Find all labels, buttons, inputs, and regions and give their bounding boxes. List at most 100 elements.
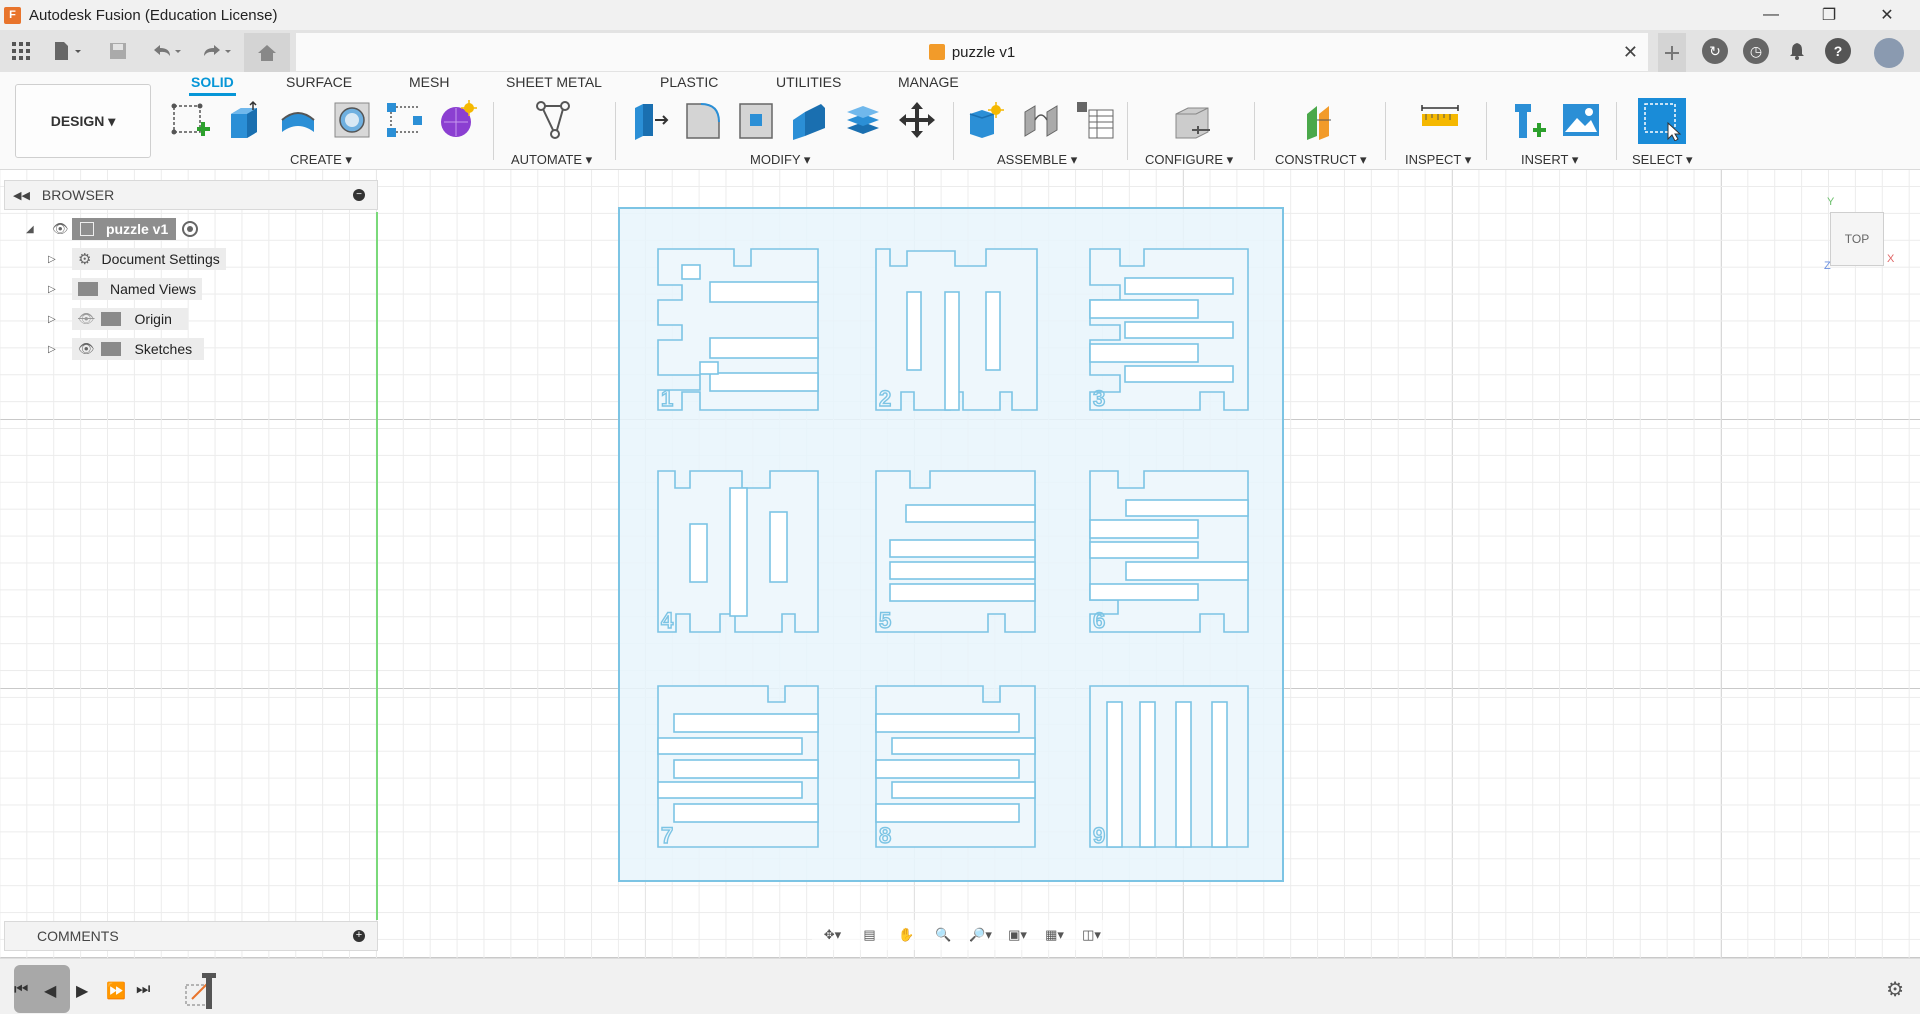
inspect-group-label[interactable]: INSPECT ▾ <box>1405 152 1471 168</box>
insert-group-label[interactable]: INSERT ▾ <box>1521 152 1578 168</box>
tab-solid[interactable]: SOLID <box>189 74 236 96</box>
grid-snaps-icon[interactable]: ▦▾ <box>1038 922 1071 948</box>
view-cube[interactable]: TOP <box>1830 212 1884 266</box>
create-sketch-icon[interactable] <box>169 99 211 141</box>
home-icon[interactable] <box>244 33 290 72</box>
activate-radio-icon[interactable] <box>182 221 199 237</box>
close-window-button[interactable]: ✕ <box>1858 0 1916 30</box>
browser-item-label: Origin <box>134 311 172 327</box>
insert-canvas-icon[interactable] <box>1560 99 1602 141</box>
root-component[interactable]: puzzle v1 <box>72 218 177 240</box>
assemble-group-label[interactable]: ASSEMBLE ▾ <box>997 152 1077 168</box>
zoom-window-icon[interactable]: 🔎▾ <box>964 922 997 948</box>
select-group-label[interactable]: SELECT ▾ <box>1632 152 1692 168</box>
add-comment-button[interactable]: + <box>353 930 365 942</box>
toolbar-divider <box>1254 102 1255 160</box>
new-tab-icon[interactable] <box>1658 33 1686 72</box>
timeline-settings-gear-icon[interactable]: ⚙ <box>1886 977 1904 1002</box>
browser-minimize-button[interactable]: − <box>353 189 365 201</box>
expand-arrow-icon[interactable]: ▷ <box>48 314 62 325</box>
create-form-icon[interactable] <box>437 99 479 141</box>
modify-group-label[interactable]: MODIFY ▾ <box>750 152 810 168</box>
configure-icon[interactable] <box>1171 99 1213 141</box>
help-icon[interactable]: ? <box>1825 38 1851 64</box>
extrude-icon[interactable] <box>222 99 264 141</box>
expand-arrow-icon[interactable]: ▷ <box>48 344 62 355</box>
expand-arrow-icon[interactable]: ▷ <box>48 254 62 265</box>
look-at-icon[interactable]: ▤ <box>853 922 886 948</box>
browser-item-origin[interactable]: ▷ 👁 Origin <box>48 307 188 331</box>
expand-arrow-icon[interactable]: ▷ <box>48 284 62 295</box>
go-to-end-icon[interactable]: ⏭ <box>136 981 150 999</box>
tab-plastic[interactable]: PLASTIC <box>658 74 720 90</box>
app-grid-icon[interactable] <box>10 38 32 64</box>
fillet-icon[interactable] <box>682 99 724 141</box>
chamfer-icon[interactable] <box>735 99 777 141</box>
file-menu-icon[interactable] <box>48 38 88 64</box>
comments-title: COMMENTS <box>37 928 119 944</box>
user-avatar[interactable] <box>1874 38 1904 68</box>
browser-item-sketches[interactable]: ▷ 👁 Sketches <box>48 337 205 361</box>
collapse-triangle-icon[interactable]: ◢ <box>26 224 40 235</box>
minimize-button[interactable]: — <box>1742 0 1800 30</box>
eye-icon[interactable]: 👁 <box>52 221 72 237</box>
browser-item-document-settings[interactable]: ▷ ⚙ Document Settings <box>48 247 226 271</box>
new-component-icon[interactable] <box>965 99 1007 141</box>
document-tab[interactable]: puzzle v1 ✕ <box>296 33 1648 71</box>
browser-root-row[interactable]: ◢ 👁 puzzle v1 <box>26 217 199 241</box>
shell-icon[interactable] <box>788 99 830 141</box>
eye-icon[interactable]: 👁 <box>78 341 95 357</box>
combine-icon[interactable] <box>842 99 884 141</box>
automate-group-label[interactable]: AUTOMATE ▾ <box>511 152 592 168</box>
pattern-icon[interactable] <box>384 99 426 141</box>
measure-icon[interactable] <box>1419 99 1461 141</box>
joint-icon[interactable] <box>1020 99 1062 141</box>
online-status-icon[interactable]: ↻ <box>1702 38 1728 64</box>
select-icon[interactable] <box>1638 98 1686 144</box>
go-to-start-icon[interactable]: ⏮ <box>14 981 28 999</box>
browser-item-named-views[interactable]: ▷ Named Views <box>48 277 203 301</box>
construct-group-label[interactable]: CONSTRUCT ▾ <box>1275 152 1367 168</box>
piece-number: 9 <box>1093 823 1105 848</box>
create-group-label[interactable]: CREATE ▾ <box>290 152 352 168</box>
workspace-switcher[interactable]: DESIGN ▾ <box>15 84 151 158</box>
design-canvas[interactable]: 1 2 3 4 5 6 7 8 9 <box>0 170 1920 958</box>
notifications-icon[interactable] <box>1784 38 1810 64</box>
piece-number: 4 <box>661 608 674 633</box>
tab-manage[interactable]: MANAGE <box>896 74 961 90</box>
offset-plane-icon[interactable] <box>1302 99 1344 141</box>
close-tab-icon[interactable]: ✕ <box>1623 42 1638 63</box>
insert-mcmaster-icon[interactable] <box>1506 99 1548 141</box>
sketch-drawing: 1 2 3 4 5 6 7 8 9 <box>618 207 1284 882</box>
press-pull-icon[interactable] <box>628 99 670 141</box>
save-icon[interactable] <box>106 38 130 64</box>
pan-icon[interactable]: ✋ <box>890 922 923 948</box>
piece-number: 7 <box>661 823 673 848</box>
tab-mesh[interactable]: MESH <box>407 74 451 90</box>
move-copy-icon[interactable] <box>896 99 938 141</box>
job-status-icon[interactable]: ◷ <box>1743 38 1769 64</box>
redo-icon[interactable] <box>196 38 236 64</box>
hole-icon[interactable] <box>331 99 373 141</box>
step-back-icon[interactable]: ◀ <box>44 981 56 1001</box>
comments-panel-header[interactable]: COMMENTS + <box>4 921 378 951</box>
orbit-icon[interactable]: ✥▾ <box>816 922 849 948</box>
hidden-eye-icon[interactable]: 👁 <box>78 311 95 327</box>
tab-utilities[interactable]: UTILITIES <box>774 74 843 90</box>
tab-surface[interactable]: SURFACE <box>284 74 354 90</box>
viewports-icon[interactable]: ◫▾ <box>1075 922 1108 948</box>
play-icon[interactable]: ▶ <box>76 981 88 1001</box>
display-settings-icon[interactable]: ▣▾ <box>1001 922 1034 948</box>
zoom-icon[interactable]: 🔍 <box>927 922 960 948</box>
step-forward-icon[interactable]: ⏩ <box>106 981 126 1001</box>
timeline-sketch-feature-icon[interactable] <box>182 973 230 1011</box>
tab-sheet-metal[interactable]: SHEET METAL <box>504 74 604 90</box>
undo-icon[interactable] <box>146 38 186 64</box>
revolve-icon[interactable] <box>277 99 319 141</box>
bill-of-materials-icon[interactable] <box>1074 99 1116 141</box>
browser-title: BROWSER <box>41 187 115 203</box>
restore-button[interactable]: ❐ <box>1800 0 1858 30</box>
configure-group-label[interactable]: CONFIGURE ▾ <box>1145 152 1233 168</box>
automate-icon[interactable] <box>532 99 574 141</box>
collapse-browser-icon[interactable]: ◀◀ <box>13 189 30 202</box>
